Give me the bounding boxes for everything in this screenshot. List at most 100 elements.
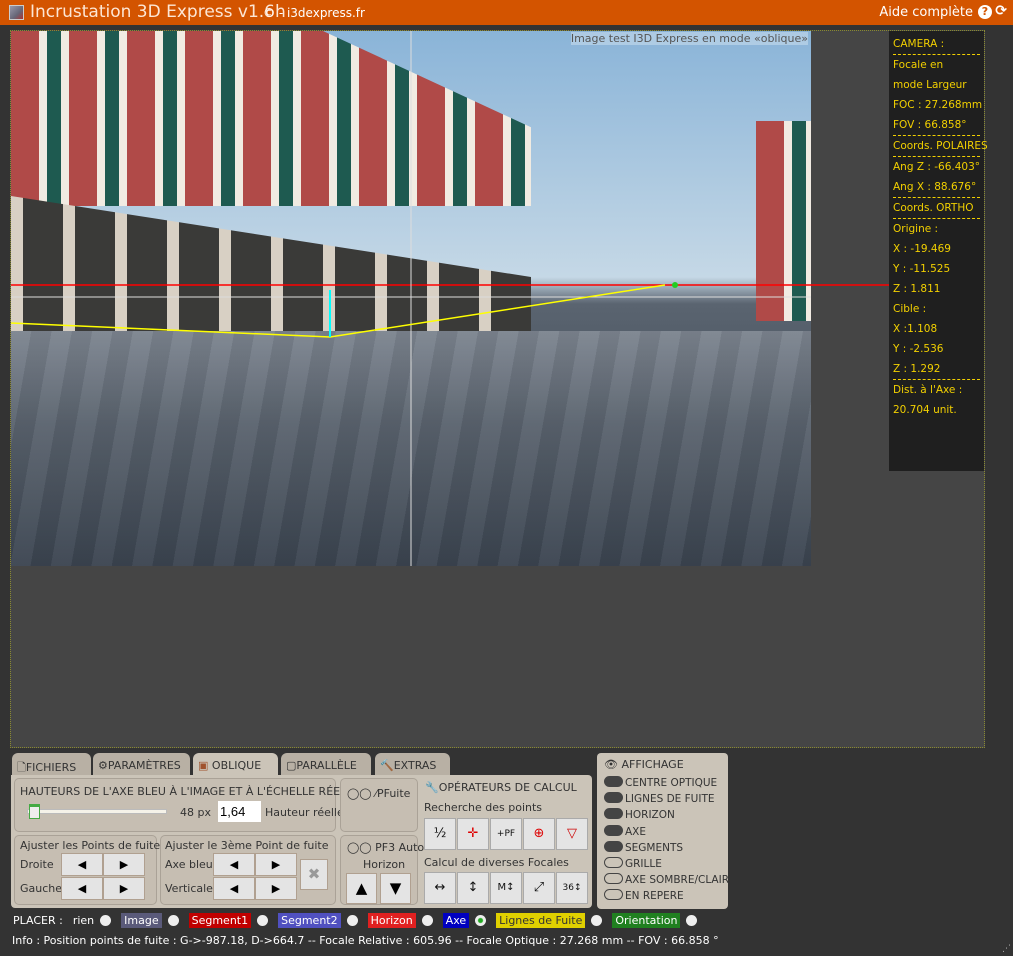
horizon-down-button[interactable]: ▼ bbox=[380, 873, 411, 904]
placer-radio[interactable] bbox=[421, 915, 433, 926]
slider-value: 48 px bbox=[180, 806, 211, 819]
placer-radio[interactable] bbox=[346, 915, 358, 926]
gavel-icon: 🔨 bbox=[380, 759, 394, 772]
placer-radio[interactable] bbox=[475, 915, 487, 926]
intersection-button[interactable]: ✛ bbox=[457, 818, 489, 850]
camera-line: Cible : bbox=[893, 303, 927, 315]
half-point-button[interactable]: ½ bbox=[424, 818, 456, 850]
focal-vertical-button[interactable]: ↕ bbox=[457, 872, 489, 904]
axe-bleu-label: Axe bleu bbox=[165, 858, 213, 871]
heights-box: HAUTEURS DE L'AXE BLEU À L'IMAGE ET À L'… bbox=[14, 778, 359, 832]
resize-grip-icon[interactable]: ⋰ bbox=[1002, 944, 1011, 954]
placer-radio[interactable] bbox=[591, 915, 603, 926]
heights-title: HAUTEURS DE L'AXE BLEU À L'IMAGE ET À L'… bbox=[20, 785, 360, 798]
placer-option-label: Axe bbox=[442, 913, 470, 928]
axe-right-button[interactable]: ▶ bbox=[255, 853, 297, 876]
camera-line: Origine : bbox=[893, 223, 939, 235]
camera-line: Ang X : 88.676° bbox=[893, 181, 977, 193]
circle-point-button[interactable]: ⊕ bbox=[523, 818, 555, 850]
display-toggle[interactable]: AXE bbox=[604, 824, 646, 838]
real-height-input[interactable] bbox=[218, 801, 261, 822]
tab-oblique[interactable]: ▣ OBLIQUE bbox=[193, 753, 278, 776]
placer-bar: PLACER : rien Image Segment1 Segment2 Horizon… bbox=[13, 913, 698, 928]
gauche-label: Gauche bbox=[20, 882, 63, 895]
placer-radio[interactable] bbox=[100, 915, 112, 926]
focal-diagonal-button[interactable]: ⤢ bbox=[523, 872, 555, 904]
placer-radio[interactable] bbox=[257, 915, 269, 926]
droite-left-button[interactable]: ◀ bbox=[61, 853, 103, 876]
file-icon: 🗋 bbox=[17, 761, 26, 774]
camera-line: Focale en bbox=[893, 59, 944, 71]
camera-line: Z : 1.811 bbox=[893, 283, 941, 295]
pf3-auto-toggle[interactable]: ◯◯ PF3 Auto bbox=[347, 841, 424, 854]
operators-title: 🔧OPÉRATEURS DE CALCUL bbox=[425, 781, 577, 794]
gauche-left-button[interactable]: ◀ bbox=[61, 877, 103, 900]
info-line: Info : Position points de fuite : G->-98… bbox=[12, 934, 719, 947]
tab-parallele[interactable]: ▢PARALLÈLE bbox=[281, 753, 371, 776]
cube-icon: ▣ bbox=[198, 759, 209, 772]
search-points-label: Recherche des points bbox=[424, 801, 543, 814]
pf3-box: ◯◯ PF3 Auto Horizon ▲ ▼ bbox=[340, 835, 424, 905]
display-toggle[interactable]: GRILLE bbox=[604, 857, 662, 870]
droite-right-button[interactable]: ▶ bbox=[103, 853, 145, 876]
display-toggle[interactable]: EN REPERE bbox=[604, 889, 684, 902]
placer-radio[interactable] bbox=[167, 915, 179, 926]
toggle-off-icon bbox=[604, 873, 623, 885]
placer-option-label: Segment2 bbox=[278, 913, 341, 928]
camera-line: Ang Z : -66.403° bbox=[893, 161, 981, 173]
camera-line: Y : -2.536 bbox=[893, 343, 944, 355]
pfuite-toggle[interactable]: ◯◯ ⁄PFuite bbox=[347, 787, 410, 800]
vanishing-lines bbox=[10, 284, 666, 338]
real-height-label: Hauteur réelle bbox=[265, 806, 344, 819]
vert-left-button[interactable]: ◀ bbox=[213, 877, 255, 900]
focal-horizontal-button[interactable]: ↔ bbox=[424, 872, 456, 904]
focal-m-button[interactable]: M↕ bbox=[490, 872, 522, 904]
height-slider[interactable] bbox=[27, 809, 167, 814]
display-toggle[interactable]: LIGNES DE FUITE bbox=[604, 792, 715, 805]
camera-line: Y : -11.525 bbox=[893, 263, 951, 275]
oblique-panel: HAUTEURS DE L'AXE BLEU À L'IMAGE ET À L'… bbox=[11, 775, 592, 908]
focales-label: Calcul de diverses Focales bbox=[424, 856, 569, 869]
display-toggle[interactable]: CENTRE OPTIQUE bbox=[604, 776, 717, 789]
reset-button[interactable]: ✖ bbox=[300, 859, 328, 890]
tab-parametres[interactable]: ⚙PARAMÈTRES bbox=[93, 753, 190, 776]
toggle-off-icon: ◯◯ bbox=[347, 787, 372, 800]
camera-line: mode Largeur bbox=[893, 79, 967, 91]
vanishing-point bbox=[672, 282, 678, 288]
camera-line: Z : 1.292 bbox=[893, 363, 941, 375]
adjust-pf-title: Ajuster les Points de fuite bbox=[20, 839, 161, 852]
pfuite-box: ◯◯ ⁄PFuite bbox=[340, 778, 418, 832]
toggle-off-icon bbox=[604, 889, 623, 901]
droite-label: Droite bbox=[20, 858, 54, 871]
focal-36-button[interactable]: 36↕ bbox=[556, 872, 588, 904]
add-pf-button[interactable]: +PF bbox=[490, 818, 522, 850]
gauche-right-button[interactable]: ▶ bbox=[103, 877, 145, 900]
horizon-up-button[interactable]: ▲ bbox=[346, 873, 377, 904]
camera-line: X : -19.469 bbox=[893, 243, 951, 255]
affichage-panel: 👁 AFFICHAGE CENTRE OPTIQUE LIGNES DE FUIT… bbox=[597, 753, 729, 909]
toggle-on-icon bbox=[604, 824, 623, 836]
slider-handle[interactable] bbox=[29, 804, 40, 819]
display-toggle[interactable]: AXE SOMBRE/CLAIR bbox=[604, 873, 729, 886]
camera-line: Coords. POLAIRES bbox=[893, 140, 988, 152]
placer-label: PLACER : bbox=[13, 914, 63, 927]
toggle-off-icon bbox=[604, 857, 623, 868]
tab-extras[interactable]: 🔨EXTRAS bbox=[375, 753, 450, 776]
triangle-point-button[interactable]: ▽ bbox=[556, 818, 588, 850]
tab-fichiers[interactable]: 🗋FICHIERS bbox=[12, 753, 91, 776]
placer-radio[interactable] bbox=[686, 915, 698, 926]
vert-right-button[interactable]: ▶ bbox=[255, 877, 297, 900]
placer-option-label: Image bbox=[121, 913, 162, 928]
toggle-on-icon bbox=[604, 840, 623, 852]
adjust-pf3-title: Ajuster le 3ème Point de fuite bbox=[165, 839, 329, 852]
axe-left-button[interactable]: ◀ bbox=[213, 853, 255, 876]
affichage-title: 👁 AFFICHAGE bbox=[604, 758, 684, 771]
toggle-off-icon: ◯◯ bbox=[347, 841, 372, 854]
camera-panel: CAMERA : Focale en mode Largeur FOC : 27.26… bbox=[889, 31, 988, 471]
toggle-on-icon bbox=[604, 808, 623, 820]
adjust-pf-box: Ajuster les Points de fuite Droite Gauch… bbox=[14, 835, 161, 905]
camera-line: 20.704 unit. bbox=[893, 404, 957, 416]
display-toggle[interactable]: HORIZON bbox=[604, 808, 675, 821]
display-toggle[interactable]: SEGMENTS bbox=[604, 840, 683, 854]
placer-option-label: Horizon bbox=[367, 913, 416, 928]
